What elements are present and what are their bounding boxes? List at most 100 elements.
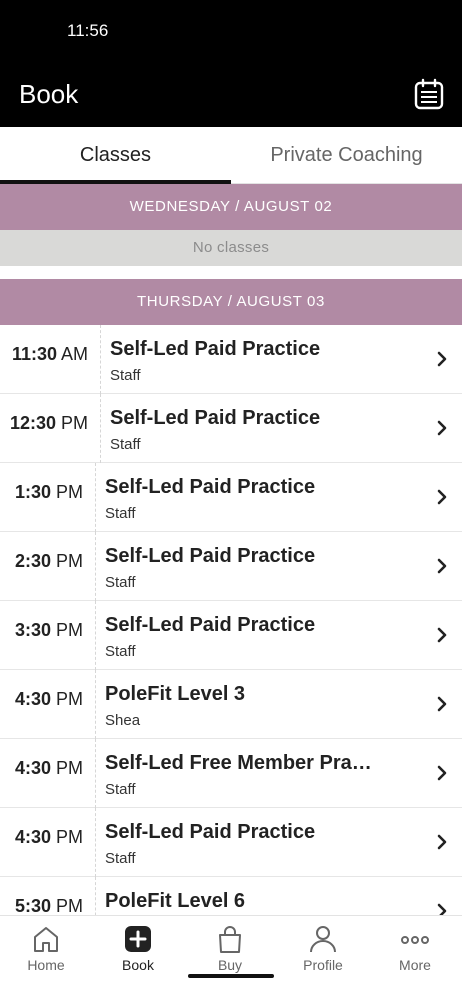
class-instructor: Staff	[105, 643, 136, 660]
class-row[interactable]: 1:30 PM Self-Led Paid Practice Staff	[0, 463, 462, 532]
class-row[interactable]: 12:30 PM Self-Led Paid Practice Staff	[0, 394, 462, 463]
nav-book[interactable]: Book	[92, 916, 184, 986]
section-spacer	[0, 266, 462, 279]
calendar-button[interactable]	[414, 78, 444, 110]
nav-book-label: Book	[122, 957, 154, 973]
class-row[interactable]: 4:30 PM PoleFit Level 3 Shea	[0, 670, 462, 739]
class-name: Self-Led Paid Practice	[105, 614, 316, 636]
class-row[interactable]: 2:30 PM Self-Led Paid Practice Staff	[0, 532, 462, 601]
class-time-cell: 11:30 AM	[0, 325, 100, 394]
class-instructor: Staff	[105, 574, 136, 591]
class-time-ampm: PM	[56, 758, 83, 778]
class-time: 2:30 PM	[15, 551, 83, 572]
class-time-hm: 12:30	[9, 413, 56, 433]
nav-buy-label: Buy	[217, 957, 243, 973]
row-divider	[95, 739, 96, 808]
nav-home[interactable]: Home	[0, 916, 92, 986]
tab-private-coaching[interactable]: Private Coaching	[231, 127, 462, 184]
class-time-hm: 5:30	[14, 896, 51, 916]
status-time: 11:56	[67, 21, 109, 40]
row-divider	[95, 808, 96, 877]
nav-profile[interactable]: Profile	[277, 916, 369, 986]
class-time-hm: 4:30	[14, 827, 51, 847]
class-time-cell: 2:30 PM	[0, 532, 95, 601]
tab-classes-label: Classes	[79, 144, 152, 166]
class-time-ampm: AM	[61, 344, 88, 364]
class-row[interactable]: 4:30 PM Self-Led Free Member Pra… Staff	[0, 739, 462, 808]
row-divider	[95, 463, 96, 532]
class-time: 4:30 PM	[15, 758, 83, 779]
class-instructor: Staff	[110, 367, 141, 384]
class-instructor: Staff	[110, 436, 141, 453]
class-row[interactable]: 4:30 PM Self-Led Paid Practice Staff	[0, 808, 462, 877]
class-time: 4:30 PM	[15, 689, 83, 710]
chevron-right-icon	[437, 420, 447, 436]
class-time: 1:30 PM	[15, 482, 83, 503]
class-time: 12:30 PM	[10, 413, 88, 434]
class-name: Self-Led Paid Practice	[105, 476, 316, 498]
class-time-hm: 1:30	[14, 482, 51, 502]
person-icon	[310, 926, 336, 953]
bottom-nav: Home Book Buy Profile More	[0, 915, 462, 1000]
class-row[interactable]: 3:30 PM Self-Led Paid Practice Staff	[0, 601, 462, 670]
class-instructor: Shea	[105, 712, 141, 729]
chevron-right-icon	[437, 696, 447, 712]
date-header-thursday: THURSDAY / AUGUST 03	[0, 279, 462, 325]
class-row[interactable]: 11:30 AM Self-Led Paid Practice Staff	[0, 325, 462, 394]
class-name: Self-Led Free Member Pra…	[105, 752, 372, 774]
class-time-ampm: PM	[56, 896, 83, 916]
tab-bar: Classes Private Coaching	[0, 127, 462, 184]
class-name: PoleFit Level 3	[105, 683, 246, 705]
chevron-right-icon	[437, 765, 447, 781]
tab-classes[interactable]: Classes	[0, 127, 231, 184]
class-name: Self-Led Paid Practice	[110, 338, 321, 360]
class-time-cell: 4:30 PM	[0, 739, 95, 808]
class-name: PoleFit Level 6	[105, 890, 246, 912]
home-indicator	[188, 974, 274, 978]
home-icon	[34, 927, 58, 952]
bag-icon	[219, 926, 241, 953]
calendar-icon	[414, 78, 444, 110]
class-time: 4:30 PM	[15, 827, 83, 848]
class-time: 5:30 PM	[15, 896, 83, 917]
plus-icon	[125, 926, 151, 952]
class-time-hm: 11:30	[11, 344, 57, 364]
status-bar: 11:56	[0, 0, 462, 62]
class-time-ampm: PM	[56, 551, 83, 571]
chevron-right-icon	[437, 627, 447, 643]
class-instructor: Staff	[105, 781, 136, 798]
page-title: Book	[19, 79, 79, 109]
class-name: Self-Led Paid Practice	[105, 821, 316, 843]
nav-home-label: Home	[27, 957, 65, 973]
chevron-right-icon	[437, 558, 447, 574]
class-name: Self-Led Paid Practice	[110, 407, 321, 429]
chevron-right-icon	[437, 351, 447, 367]
class-time-ampm: PM	[56, 482, 83, 502]
chevron-right-icon	[437, 489, 447, 505]
class-name: Self-Led Paid Practice	[105, 545, 316, 567]
row-divider	[95, 601, 96, 670]
nav-more[interactable]: More	[369, 916, 461, 986]
class-time-ampm: PM	[56, 620, 83, 640]
class-time-cell: 4:30 PM	[0, 808, 95, 877]
class-time-ampm: PM	[61, 413, 88, 433]
row-divider	[95, 670, 96, 739]
class-time-hm: 2:30	[14, 551, 51, 571]
app-header: Book	[0, 62, 462, 127]
class-time-hm: 4:30	[14, 689, 51, 709]
class-time-hm: 3:30	[14, 620, 51, 640]
class-time-cell: 12:30 PM	[0, 394, 100, 463]
class-time-ampm: PM	[56, 689, 83, 709]
class-time-cell: 1:30 PM	[0, 463, 95, 532]
class-time-cell: 4:30 PM	[0, 670, 95, 739]
row-divider	[100, 394, 101, 463]
class-time-cell: 3:30 PM	[0, 601, 95, 670]
class-time: 11:30 AM	[12, 344, 88, 365]
class-time: 3:30 PM	[15, 620, 83, 641]
class-time-ampm: PM	[56, 827, 83, 847]
class-time-hm: 4:30	[14, 758, 51, 778]
row-divider	[95, 532, 96, 601]
more-icon	[401, 936, 429, 944]
row-divider	[100, 325, 101, 394]
tab-private-coaching-label: Private Coaching	[270, 144, 423, 166]
